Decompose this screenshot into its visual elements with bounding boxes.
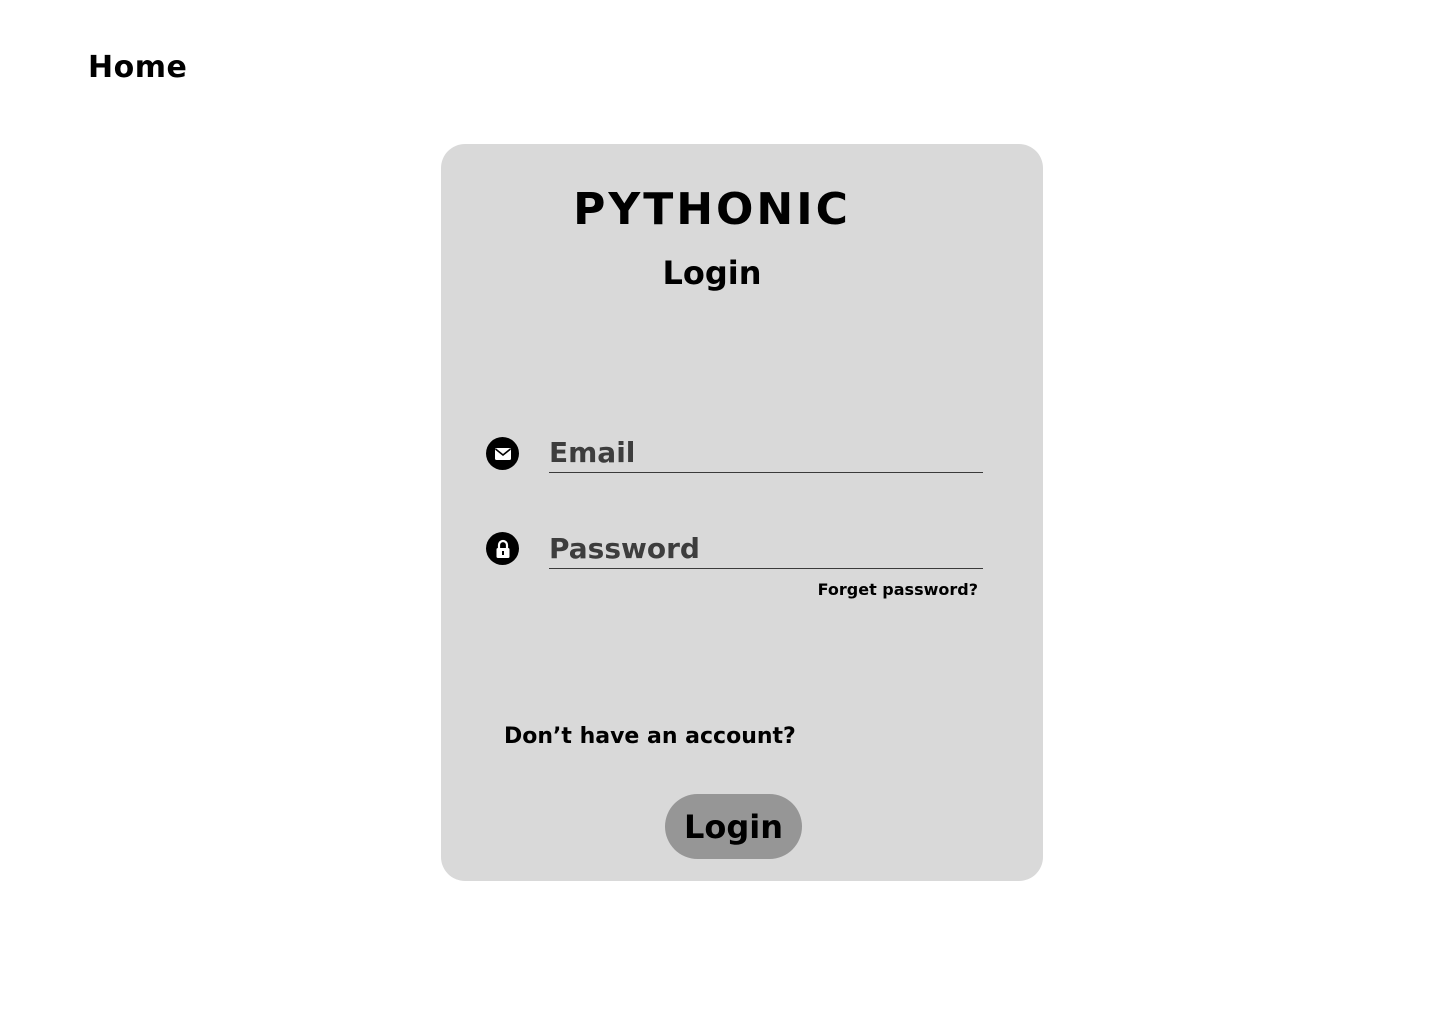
envelope-icon xyxy=(486,437,519,470)
forgot-password-link[interactable]: Forget password? xyxy=(818,580,978,599)
password-field[interactable] xyxy=(549,528,983,569)
login-heading: Login xyxy=(662,254,762,292)
email-field[interactable] xyxy=(549,432,983,473)
home-link[interactable]: Home xyxy=(88,50,187,85)
lock-icon xyxy=(486,532,519,565)
login-button[interactable]: Login xyxy=(665,794,802,859)
signup-link[interactable]: Don’t have an account? xyxy=(504,724,796,749)
brand-title: PYTHONIC xyxy=(573,184,851,235)
